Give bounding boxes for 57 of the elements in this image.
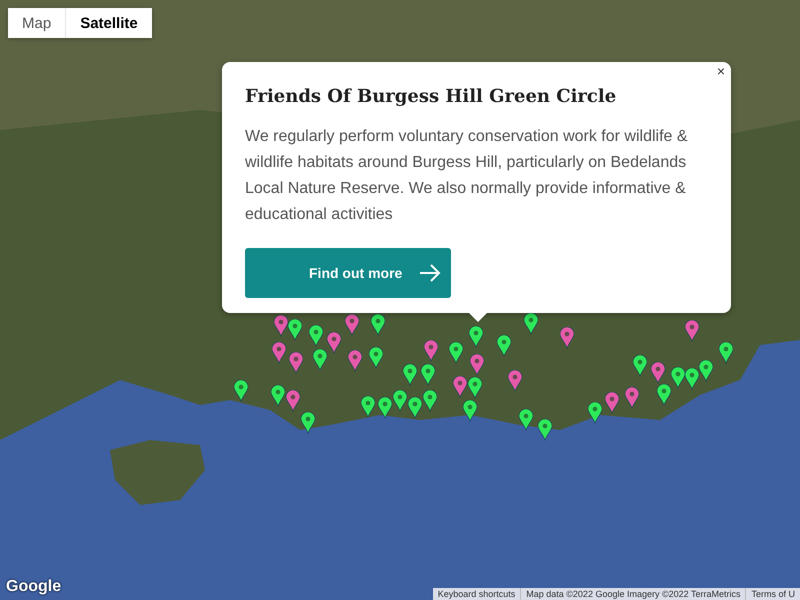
map-marker[interactable]	[468, 377, 482, 399]
map-marker[interactable]	[685, 368, 699, 390]
map-marker[interactable]	[289, 352, 303, 374]
map-marker[interactable]	[560, 327, 574, 349]
map-marker[interactable]	[685, 320, 699, 342]
map-marker[interactable]	[421, 364, 435, 386]
map-marker[interactable]	[719, 342, 733, 364]
map-type-tab[interactable]: Satellite	[65, 8, 152, 38]
map-marker[interactable]	[469, 326, 483, 348]
map-marker[interactable]	[625, 387, 639, 409]
attribution-link[interactable]: Map data ©2022 Google Imagery ©2022 TerraMetrics	[520, 588, 746, 600]
map-marker[interactable]	[424, 340, 438, 362]
map-marker[interactable]	[651, 362, 665, 384]
map-marker[interactable]	[408, 397, 422, 419]
map-marker[interactable]	[288, 319, 302, 341]
attribution-link[interactable]: Keyboard shortcuts	[432, 588, 520, 600]
map-marker[interactable]	[371, 314, 385, 336]
google-logo: Google	[6, 578, 62, 596]
map-marker[interactable]	[508, 370, 522, 392]
attribution-link[interactable]: Terms of U	[745, 588, 800, 600]
map-marker[interactable]	[271, 385, 285, 407]
map-marker[interactable]	[286, 390, 300, 412]
map-marker[interactable]	[403, 364, 417, 386]
map-marker[interactable]	[671, 367, 685, 389]
map-marker[interactable]	[497, 335, 511, 357]
map-marker[interactable]	[657, 384, 671, 406]
map-marker[interactable]	[453, 376, 467, 398]
info-description: We regularly perform voluntary conservation work for wildlife & wildlife habitats around Burgess Hill, particularly on Bedelands Local Nature Reserve. We also normally provide informative & educational activities	[245, 127, 689, 225]
map-marker[interactable]	[633, 355, 647, 377]
map-marker[interactable]	[449, 342, 463, 364]
map-marker[interactable]	[327, 332, 341, 354]
map-marker[interactable]	[699, 360, 713, 382]
map-marker[interactable]	[345, 314, 359, 336]
map-marker[interactable]	[605, 392, 619, 414]
map-marker[interactable]	[301, 412, 315, 434]
map-marker[interactable]	[470, 354, 484, 376]
map-marker[interactable]	[361, 396, 375, 418]
arrow-right-icon	[419, 264, 441, 282]
find-out-more-button[interactable]: Find out more	[245, 248, 451, 298]
map-type-tab[interactable]: Map	[8, 8, 66, 38]
map-marker[interactable]	[313, 349, 327, 371]
map-marker[interactable]	[234, 380, 248, 402]
map-marker[interactable]	[369, 347, 383, 369]
map-marker[interactable]	[524, 313, 538, 335]
map-marker[interactable]	[348, 350, 362, 372]
close-button[interactable]: ×	[712, 63, 729, 79]
map-marker[interactable]	[309, 325, 323, 347]
map-marker[interactable]	[274, 315, 288, 337]
map-marker[interactable]	[463, 400, 477, 422]
info-title: Friends Of Burgess Hill Green Circle	[245, 86, 616, 107]
map-marker[interactable]	[588, 402, 602, 424]
map-marker[interactable]	[423, 390, 437, 412]
map-marker[interactable]	[538, 419, 552, 441]
map-marker[interactable]	[393, 390, 407, 412]
map-marker[interactable]	[519, 409, 533, 431]
map-marker[interactable]	[378, 397, 392, 419]
map-marker[interactable]	[272, 342, 286, 364]
